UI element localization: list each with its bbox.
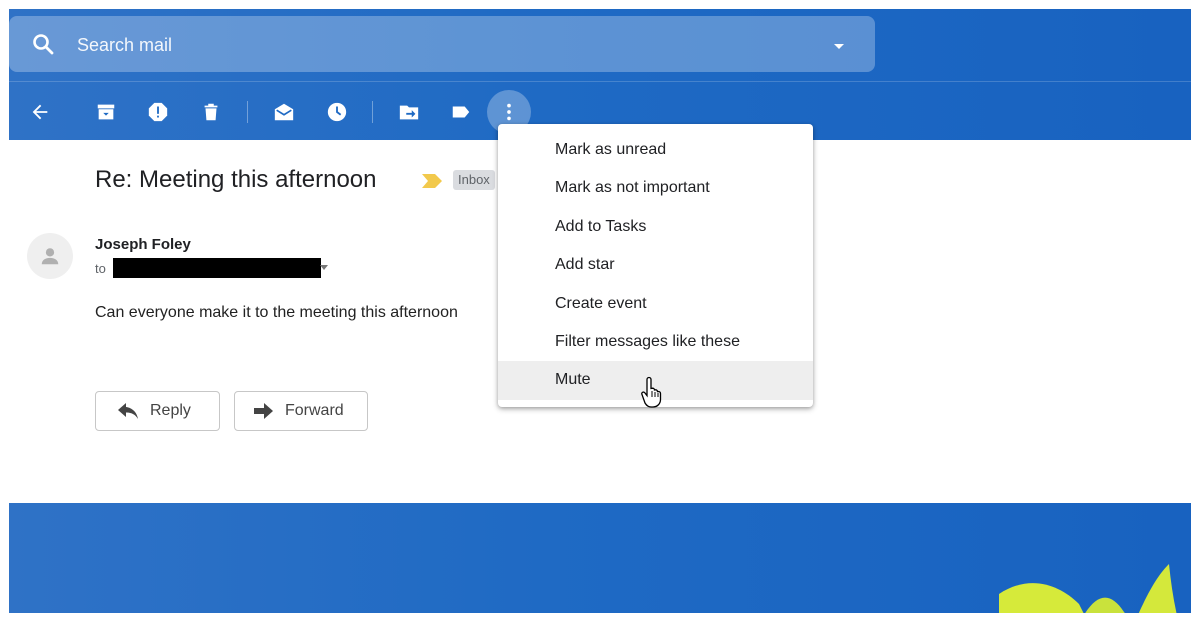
snooze-button[interactable] bbox=[315, 90, 359, 134]
label-icon bbox=[452, 106, 470, 118]
forward-icon bbox=[254, 403, 273, 419]
reply-icon bbox=[118, 403, 138, 419]
back-button[interactable] bbox=[18, 90, 62, 134]
report-spam-icon bbox=[148, 102, 168, 122]
hand-pointer-cursor-icon bbox=[641, 376, 662, 408]
archive-icon bbox=[97, 104, 115, 120]
email-body: Can everyone make it to the meeting this… bbox=[95, 304, 458, 321]
background-leaf-decoration bbox=[999, 564, 1177, 613]
labels-button[interactable] bbox=[439, 90, 483, 134]
report-spam-button[interactable] bbox=[136, 90, 180, 134]
recipient-details-chevron-icon[interactable] bbox=[319, 264, 329, 272]
avatar[interactable] bbox=[27, 233, 73, 279]
search-options-chevron-icon[interactable] bbox=[829, 36, 849, 56]
move-to-button[interactable] bbox=[387, 90, 431, 134]
header-divider bbox=[9, 81, 1191, 82]
back-arrow-icon bbox=[32, 104, 48, 120]
inbox-label-chip[interactable]: Inbox bbox=[453, 170, 495, 190]
mark-read-icon bbox=[274, 103, 294, 121]
menu-item-mark-as-unread[interactable]: Mark as unread bbox=[498, 131, 813, 169]
more-vertical-icon bbox=[507, 103, 511, 121]
menu-item-filter-messages[interactable]: Filter messages like these bbox=[498, 323, 813, 361]
delete-button[interactable] bbox=[189, 90, 233, 134]
sender-name[interactable]: Joseph Foley bbox=[95, 236, 191, 253]
search-icon[interactable] bbox=[31, 32, 55, 56]
forward-label: Forward bbox=[285, 402, 344, 419]
more-actions-menu: Mark as unread Mark as not important Add… bbox=[498, 124, 813, 407]
search-input[interactable] bbox=[75, 30, 779, 60]
toolbar-divider bbox=[247, 101, 248, 123]
archive-button[interactable] bbox=[84, 90, 128, 134]
redacted-recipient bbox=[113, 258, 321, 278]
move-to-icon bbox=[399, 105, 419, 120]
forward-button[interactable]: Forward bbox=[234, 391, 368, 431]
person-icon bbox=[41, 248, 59, 265]
search-bar[interactable] bbox=[9, 16, 875, 72]
delete-icon bbox=[204, 103, 218, 121]
menu-item-create-event[interactable]: Create event bbox=[498, 285, 813, 323]
reply-button[interactable]: Reply bbox=[95, 391, 220, 431]
recipient-prefix: to bbox=[95, 261, 106, 276]
mark-as-read-button[interactable] bbox=[262, 90, 306, 134]
snooze-icon bbox=[327, 102, 347, 122]
important-marker-icon[interactable] bbox=[422, 174, 442, 188]
reply-label: Reply bbox=[150, 402, 191, 419]
menu-item-add-star[interactable]: Add star bbox=[498, 246, 813, 284]
menu-item-mark-as-not-important[interactable]: Mark as not important bbox=[498, 169, 813, 207]
toolbar-divider bbox=[372, 101, 373, 123]
menu-item-add-to-tasks[interactable]: Add to Tasks bbox=[498, 208, 813, 246]
email-subject: Re: Meeting this afternoon bbox=[95, 166, 377, 193]
